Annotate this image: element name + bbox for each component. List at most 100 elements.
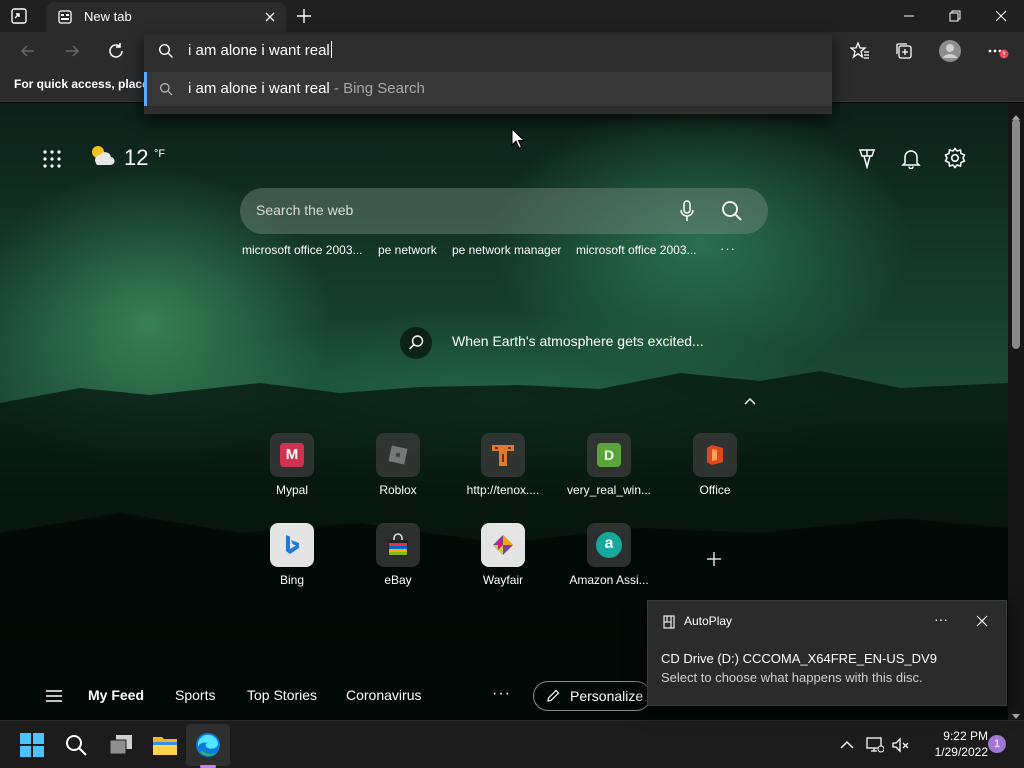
network-icon[interactable] <box>866 736 885 754</box>
mouse-cursor-icon <box>511 127 526 150</box>
windows-start-icon[interactable] <box>18 731 46 759</box>
address-input[interactable]: i am alone i want real <box>188 41 332 59</box>
hamburger-menu-icon[interactable] <box>46 689 62 703</box>
settings-and-more-icon[interactable] <box>986 39 1010 63</box>
notifications-bell-icon[interactable] <box>900 147 922 170</box>
partly-cloudy-icon[interactable] <box>88 143 116 167</box>
tile-roblox[interactable]: Roblox <box>348 433 448 513</box>
forward-arrow-icon[interactable] <box>60 39 84 63</box>
ebay-icon <box>376 523 420 567</box>
tray-chevron-up-icon[interactable] <box>838 736 856 754</box>
tile-amazon-assistant[interactable]: a Amazon Assi... <box>559 523 659 603</box>
mypal-letter: M <box>280 443 304 467</box>
autoplay-notification[interactable]: AutoPlay ··· CD Drive (D:) CCCOMA_X64FRE… <box>647 600 1007 706</box>
quick-links-more[interactable]: ··· <box>720 241 736 256</box>
tab-my-feed[interactable]: My Feed <box>88 687 144 703</box>
very-real-letter: D <box>597 443 621 467</box>
volume-muted-icon[interactable] <box>892 736 910 754</box>
image-caption-text[interactable]: When Earth's atmosphere gets excited... <box>452 333 704 349</box>
autoplay-icon <box>662 615 676 629</box>
tab-sports[interactable]: Sports <box>175 687 215 703</box>
taskbar-search-icon[interactable] <box>62 731 90 759</box>
title-bar: New tab <box>0 0 1024 32</box>
suggestion-text: i am alone i want real - Bing Search <box>188 80 425 97</box>
tile-label: http://tenox.... <box>466 483 540 497</box>
collections-icon[interactable] <box>892 39 916 63</box>
minimize-icon[interactable] <box>886 0 932 32</box>
pencil-icon <box>546 689 560 703</box>
office-icon <box>693 433 737 477</box>
temperature-unit: °F <box>154 148 166 160</box>
back-arrow-icon[interactable] <box>16 39 40 63</box>
refresh-icon[interactable] <box>104 39 128 63</box>
close-tab-icon[interactable] <box>262 9 278 25</box>
suggestion-source: - Bing Search <box>329 80 425 97</box>
tab-top-stories[interactable]: Top Stories <box>247 687 317 703</box>
web-search-placeholder: Search the web <box>256 202 354 218</box>
tile-office[interactable]: Office <box>665 433 765 513</box>
image-info-circle[interactable] <box>400 327 432 359</box>
close-window-icon[interactable] <box>978 0 1024 32</box>
favorites-bar-hint: For quick access, place y <box>14 77 159 91</box>
search-suggestion-row[interactable]: i am alone i want real - Bing Search <box>144 72 832 106</box>
quick-link[interactable]: microsoft office 2003... <box>576 243 697 257</box>
tile-tenox[interactable]: http://tenox.... <box>453 433 553 513</box>
notification-count-badge[interactable]: 1 <box>988 735 1006 753</box>
app-launcher-icon[interactable] <box>42 149 62 169</box>
notification-body: Select to choose what happens with this … <box>661 670 923 685</box>
tab-actions-icon[interactable] <box>10 7 28 25</box>
image-search-icon <box>409 335 424 350</box>
collapse-chevron-up-icon[interactable] <box>743 393 757 405</box>
profile-avatar-icon[interactable] <box>936 37 964 65</box>
rewards-icon[interactable] <box>856 147 878 170</box>
favorites-icon[interactable] <box>848 39 872 63</box>
tile-wayfair[interactable]: Wayfair <box>453 523 553 603</box>
tab-new-tab[interactable]: New tab <box>46 2 286 32</box>
new-tab-plus-icon[interactable] <box>294 6 314 26</box>
page-settings-gear-icon[interactable] <box>944 147 966 169</box>
mypal-icon: M <box>270 433 314 477</box>
task-view-icon[interactable] <box>107 731 135 759</box>
tile-label: very_real_win... <box>566 483 652 497</box>
microphone-icon[interactable] <box>678 200 696 222</box>
roblox-icon <box>376 433 420 477</box>
scrollbar-thumb[interactable] <box>1012 119 1020 349</box>
amazon-assistant-icon: a <box>587 523 631 567</box>
tile-mypal[interactable]: M Mypal <box>242 433 342 513</box>
quick-link[interactable]: pe network <box>378 243 437 257</box>
tile-label: Office <box>699 483 731 497</box>
new-tab-page-icon <box>58 10 72 24</box>
quick-link[interactable]: pe network manager <box>452 243 561 257</box>
tab-coronavirus[interactable]: Coronavirus <box>346 687 421 703</box>
search-icon <box>158 43 174 59</box>
tile-label: Mypal <box>275 483 308 497</box>
edge-browser-icon[interactable] <box>194 731 222 759</box>
system-clock[interactable]: 9:22 PM 1/29/2022 <box>918 728 988 760</box>
page-scrollbar[interactable] <box>1008 103 1024 720</box>
address-bar[interactable]: i am alone i want real <box>144 34 832 68</box>
feed-more-button[interactable]: ··· <box>492 685 511 703</box>
tile-very-real[interactable]: D very_real_win... <box>559 433 659 513</box>
address-bar-dropdown: i am alone i want real i am alone i want… <box>144 34 832 114</box>
temperature[interactable]: 12 <box>124 145 148 171</box>
personalize-button[interactable]: Personalize <box>533 681 651 711</box>
notification-more-button[interactable]: ··· <box>934 611 948 627</box>
add-site-plus-icon[interactable] <box>704 549 724 569</box>
suggestion-query: i am alone i want real <box>188 80 330 97</box>
very-real-icon: D <box>587 433 631 477</box>
tile-label: Bing <box>279 573 305 587</box>
quick-link[interactable]: microsoft office 2003... <box>242 243 363 257</box>
wayfair-icon <box>481 523 525 567</box>
tenox-icon <box>481 433 525 477</box>
tile-bing[interactable]: Bing <box>242 523 342 603</box>
clock-time: 9:22 PM <box>943 729 988 743</box>
file-explorer-icon[interactable] <box>151 731 179 759</box>
amazon-assistant-letter: a <box>596 532 622 558</box>
notification-close-icon[interactable] <box>974 613 990 629</box>
restore-icon[interactable] <box>932 0 978 32</box>
web-search-box[interactable]: Search the web <box>240 188 768 234</box>
bing-icon <box>270 523 314 567</box>
tile-ebay[interactable]: eBay <box>348 523 448 603</box>
tile-label: Wayfair <box>482 573 524 587</box>
web-search-icon[interactable] <box>720 199 744 223</box>
